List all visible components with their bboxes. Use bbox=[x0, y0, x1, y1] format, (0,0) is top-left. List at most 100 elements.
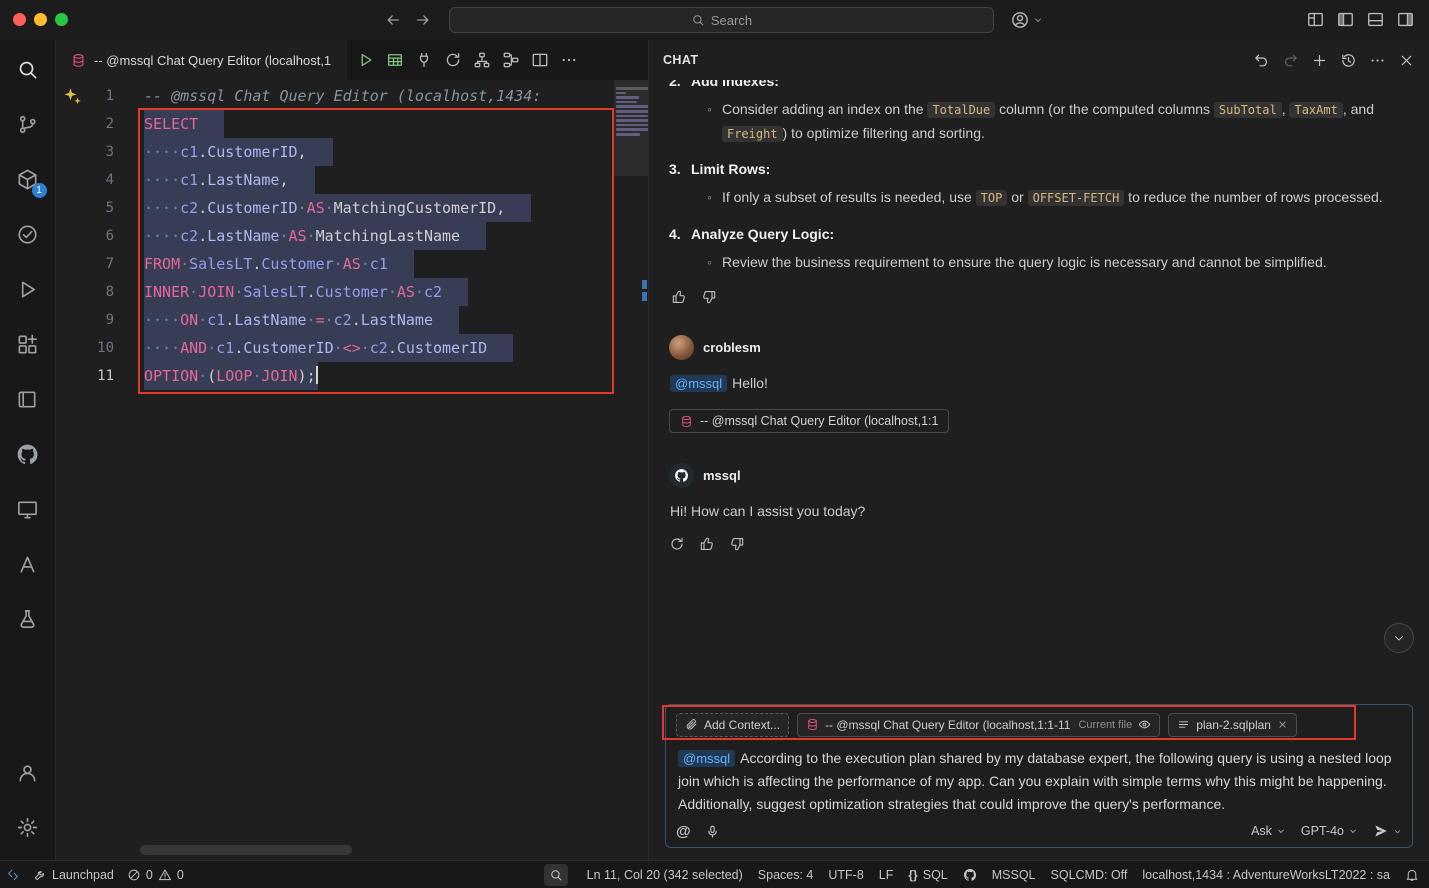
command-center-search[interactable]: Search bbox=[449, 7, 994, 33]
run-query-icon[interactable] bbox=[357, 51, 375, 69]
zoom-window-button[interactable] bbox=[55, 13, 68, 26]
microphone-icon[interactable] bbox=[705, 824, 720, 839]
cursor-position[interactable]: Ln 11, Col 20 (342 selected) bbox=[587, 868, 743, 882]
mention-icon[interactable]: @ bbox=[676, 824, 691, 839]
code-line[interactable]: 4····c1.LastName, bbox=[56, 166, 618, 194]
eol[interactable]: LF bbox=[879, 868, 894, 882]
toggle-connection-icon[interactable] bbox=[415, 51, 433, 69]
scroll-to-bottom-button[interactable] bbox=[1384, 623, 1414, 653]
code-line[interactable]: 10····AND·c1.CustomerID·<>·c2.CustomerID bbox=[56, 334, 618, 362]
token: ···· bbox=[144, 199, 180, 217]
send-button[interactable] bbox=[1373, 823, 1402, 839]
token: c2 bbox=[424, 283, 442, 301]
language-mode[interactable]: {}SQL bbox=[908, 868, 947, 882]
context-chip-plan[interactable]: plan-2.sqlplan bbox=[1168, 713, 1297, 737]
token: c1 bbox=[180, 143, 198, 161]
zoom-indicator[interactable] bbox=[544, 864, 568, 886]
toggle-panel-icon[interactable] bbox=[1366, 10, 1385, 29]
code-line[interactable]: 8INNER·JOIN·SalesLT.Customer·AS·c2 bbox=[56, 278, 618, 306]
toggle-primary-sidebar-icon[interactable] bbox=[1336, 10, 1355, 29]
code-line[interactable]: 11OPTION·(LOOP·JOIN); bbox=[56, 362, 618, 390]
mode-picker[interactable]: Ask bbox=[1251, 824, 1286, 838]
user-name: croblesm bbox=[703, 340, 761, 355]
thumbs-down-icon[interactable] bbox=[701, 289, 717, 305]
chevron-down-icon bbox=[1033, 15, 1043, 25]
activity-item-accounts[interactable] bbox=[6, 751, 50, 793]
navigate-back-icon[interactable] bbox=[384, 11, 402, 29]
activity-item-remote-explorer[interactable] bbox=[6, 488, 50, 530]
code-area[interactable]: 1-- @mssql Chat Query Editor (localhost,… bbox=[56, 82, 618, 390]
editor-tab[interactable]: -- @mssql Chat Query Editor (localhost,1 bbox=[56, 40, 347, 80]
more-actions-icon[interactable] bbox=[560, 51, 578, 69]
attached-file-pill[interactable]: -- @mssql Chat Query Editor (localhost,1… bbox=[669, 409, 949, 433]
code-line[interactable]: 1-- @mssql Chat Query Editor (localhost,… bbox=[56, 82, 618, 110]
mssql[interactable]: MSSQL bbox=[992, 868, 1036, 882]
close-window-button[interactable] bbox=[13, 13, 26, 26]
remote-indicator[interactable] bbox=[6, 868, 20, 882]
model-picker[interactable]: GPT-4o bbox=[1301, 824, 1358, 838]
chat-history-icon[interactable] bbox=[1340, 52, 1357, 69]
context-chip-file[interactable]: -- @mssql Chat Query Editor (localhost,1… bbox=[797, 713, 1160, 737]
change-connection-icon[interactable] bbox=[444, 51, 462, 69]
minimize-window-button[interactable] bbox=[34, 13, 47, 26]
connection[interactable]: localhost,1434 : AdventureWorksLT2022 : … bbox=[1142, 868, 1390, 882]
activity-item-github[interactable] bbox=[6, 433, 50, 475]
more-actions-icon[interactable] bbox=[1369, 52, 1386, 69]
activity-item-testing[interactable] bbox=[6, 213, 50, 255]
code-line[interactable]: 9····ON·c1.LastName·=·c2.LastName bbox=[56, 306, 618, 334]
close-panel-icon[interactable] bbox=[1398, 52, 1415, 69]
chat-input-container: Add Context... -- @mssql Chat Query Edito… bbox=[665, 704, 1413, 849]
thumbs-up-icon[interactable] bbox=[699, 536, 715, 552]
eye-icon[interactable] bbox=[1138, 718, 1151, 731]
copilot[interactable] bbox=[963, 868, 977, 882]
redo-icon[interactable] bbox=[1282, 52, 1299, 69]
sqlcmd[interactable]: SQLCMD: Off bbox=[1051, 868, 1128, 882]
activity-item-extensions[interactable] bbox=[6, 323, 50, 365]
thumbs-down-icon[interactable] bbox=[729, 536, 745, 552]
navigate-forward-icon[interactable] bbox=[414, 11, 432, 29]
open-results-icon[interactable] bbox=[386, 51, 404, 69]
customize-layout-icon[interactable] bbox=[1306, 10, 1325, 29]
minimap[interactable] bbox=[616, 85, 640, 138]
activity-item-sql-tools[interactable] bbox=[6, 598, 50, 640]
activity-item-documentation[interactable] bbox=[6, 378, 50, 420]
context-chip-add[interactable]: Add Context... bbox=[676, 713, 789, 737]
mention-chip[interactable]: @mssql bbox=[670, 375, 727, 392]
code-line[interactable]: 7FROM·SalesLT.Customer·AS·c1 bbox=[56, 250, 618, 278]
new-chat-icon[interactable] bbox=[1311, 52, 1328, 69]
notifications[interactable] bbox=[1405, 868, 1419, 882]
history-navigation bbox=[384, 11, 432, 29]
launchpad[interactable]: Launchpad bbox=[33, 868, 114, 882]
line-number: 11 bbox=[56, 362, 144, 390]
thumbs-up-icon[interactable] bbox=[671, 289, 687, 305]
activity-item-run-debug[interactable] bbox=[6, 268, 50, 310]
chat-input-text[interactable]: @mssqlAccording to the execution plan sh… bbox=[678, 747, 1400, 816]
chip-close-icon[interactable] bbox=[1277, 719, 1288, 730]
bullet-text: Review the business requirement to ensur… bbox=[722, 251, 1327, 274]
undo-icon[interactable] bbox=[1253, 52, 1270, 69]
regenerate-icon[interactable] bbox=[669, 536, 685, 552]
activity-item-database-projects[interactable]: 1 bbox=[6, 158, 50, 200]
split-editor-icon[interactable] bbox=[531, 51, 549, 69]
query-plan-icon[interactable] bbox=[502, 51, 520, 69]
token: c1 bbox=[216, 339, 234, 357]
code-line[interactable]: 6····c2.LastName·AS·MatchingLastName bbox=[56, 222, 618, 250]
line-number: 3 bbox=[56, 138, 144, 166]
code-line[interactable]: 5····c2.CustomerID·AS·MatchingCustomerID… bbox=[56, 194, 618, 222]
accounts-menu[interactable] bbox=[1010, 10, 1043, 30]
estimated-plan-icon[interactable] bbox=[473, 51, 491, 69]
problems[interactable]: 00 bbox=[127, 868, 184, 882]
editor[interactable]: 1-- @mssql Chat Query Editor (localhost,… bbox=[56, 80, 648, 860]
code-line[interactable]: 2SELECT bbox=[56, 110, 618, 138]
activity-item-settings[interactable] bbox=[6, 806, 50, 848]
horizontal-scrollbar[interactable] bbox=[140, 845, 352, 855]
label: localhost,1434 : AdventureWorksLT2022 : … bbox=[1142, 868, 1390, 882]
count: 0 bbox=[177, 868, 184, 882]
toggle-secondary-sidebar-icon[interactable] bbox=[1396, 10, 1415, 29]
activity-item-search[interactable] bbox=[6, 48, 50, 90]
activity-item-azure[interactable] bbox=[6, 543, 50, 585]
code-line[interactable]: 3····c1.CustomerID, bbox=[56, 138, 618, 166]
activity-item-source-control[interactable] bbox=[6, 103, 50, 145]
encoding[interactable]: UTF-8 bbox=[828, 868, 863, 882]
indentation[interactable]: Spaces: 4 bbox=[758, 868, 814, 882]
